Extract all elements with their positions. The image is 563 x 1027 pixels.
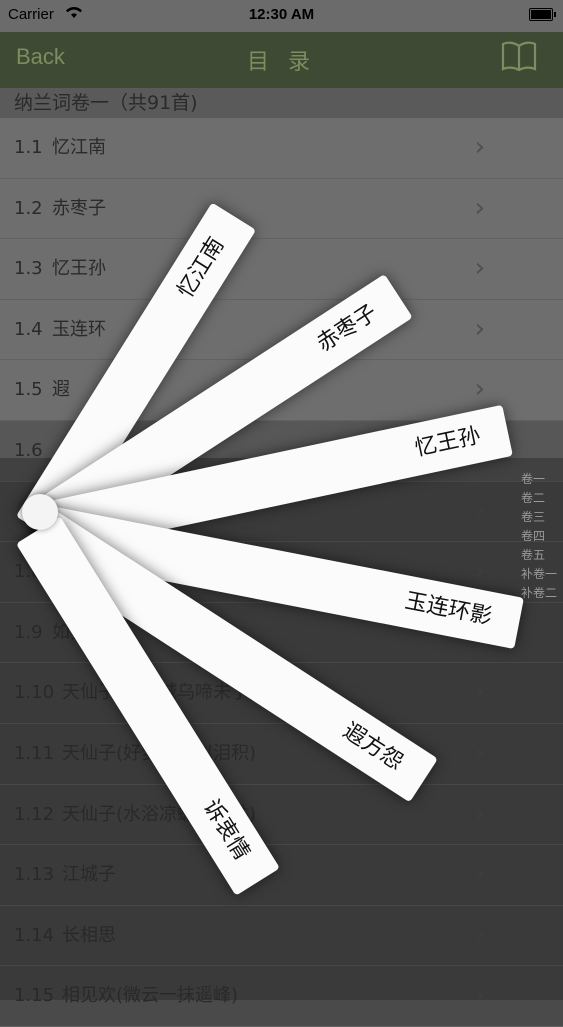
fan-hub[interactable] [22,494,58,530]
fan-blade-label: 忆王孙 [412,423,483,462]
fan-blade-label: 诉衷情 [197,795,255,865]
fan-blade-label: 忆江南 [173,233,230,303]
fan-blade-label: 玉连环影 [402,588,494,630]
fan-menu[interactable]: 忆江南赤枣子忆王孙玉连环影遐方怨诉衷情 [0,0,563,1000]
fan-blade-label: 赤枣子 [312,300,382,358]
fan-blade-label: 遐方怨 [338,718,408,776]
